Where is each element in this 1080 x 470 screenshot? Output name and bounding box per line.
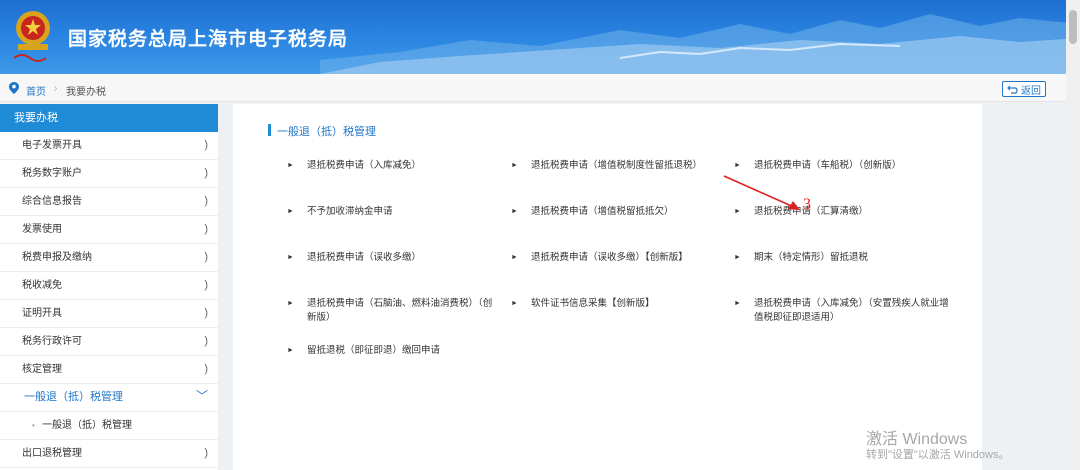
link-no-late-fee[interactable]: ► 不予加收滞纳金申请 — [287, 205, 497, 219]
chevron-right-icon: ) — [204, 223, 208, 235]
sidebar-subitem-refund-management[interactable]: • 一般退（抵）税管理 — [0, 412, 218, 440]
link-refund-disabled-employment[interactable]: ► 退抵税费申请（入库减免）（安置残疾人就业增值税即征即退适用） — [734, 297, 954, 325]
bullet-icon: ► — [287, 300, 294, 307]
bullet-icon: ► — [511, 300, 518, 307]
annotation-step-number: 3 — [803, 196, 811, 213]
bullet-icon: ► — [734, 254, 741, 261]
chevron-right-icon: ) — [204, 251, 208, 263]
link-label: 退抵税费申请（入库减免） — [307, 160, 422, 171]
breadcrumb-separator: › — [54, 83, 58, 94]
sidebar-item-label: 发票使用 — [22, 224, 62, 235]
link-refund-overpayment-new[interactable]: ► 退抵税费申请（误收多缴）【创新版】 — [511, 251, 731, 265]
link-software-certificate[interactable]: ► 软件证书信息采集【创新版】 — [511, 297, 731, 311]
sidebar-item-label: 出口退税管理 — [22, 448, 82, 459]
sidebar: 我要办税 电子发票开具) 税务数字账户) 综合信息报告) 发票使用) 税费申报及… — [0, 104, 218, 470]
site-header: 国家税务总局上海市电子税务局 — [0, 0, 1080, 74]
link-refund-vat-institutional[interactable]: ► 退抵税费申请（增值税制度性留抵退税） — [511, 159, 731, 173]
back-button-label: 返回 — [1021, 85, 1041, 97]
sidebar-item-info-report[interactable]: 综合信息报告) — [0, 188, 218, 216]
sidebar-item-label: 核定管理 — [22, 364, 62, 375]
chevron-down-icon: ﹀ — [195, 389, 208, 403]
link-label: 退抵税费申请（车船税）（创新版） — [754, 160, 902, 171]
link-label: 退抵税费申请（石脑油、燃料油消费税）（创新版） — [307, 298, 493, 323]
sidebar-item-certificate[interactable]: 证明开具) — [0, 300, 218, 328]
sidebar-heading[interactable]: 我要办税 — [0, 104, 218, 132]
sidebar-item-label: 一般退（抵）税管理 — [24, 391, 123, 403]
breadcrumb-current: 我要办税 — [66, 87, 106, 98]
link-label: 留抵退税（即征即退）缴回申请 — [307, 345, 441, 356]
link-label: 退抵税费申请（增值税制度性留抵退税） — [531, 160, 703, 171]
link-refund-naphtha-fuel-oil[interactable]: ► 退抵税费申请（石脑油、燃料油消费税）（创新版） — [287, 297, 501, 325]
link-credit-refund-return[interactable]: ► 留抵退税（即征即退）缴回申请 — [287, 344, 507, 358]
sidebar-item-label: 税费申报及缴纳 — [22, 252, 92, 263]
bullet-icon: ► — [287, 208, 294, 215]
link-label: 期末（特定情形）留抵退税 — [754, 252, 869, 263]
sidebar-item-digital-account[interactable]: 税务数字账户) — [0, 160, 218, 188]
chevron-right-icon: ) — [204, 307, 208, 319]
sidebar-item-label: 综合信息报告 — [22, 196, 82, 207]
page-scrollbar[interactable] — [1066, 74, 1080, 470]
national-emblem-icon — [13, 11, 50, 62]
link-period-end-credit-refund[interactable]: ► 期末（特定情形）留抵退税 — [734, 251, 954, 265]
back-button[interactable]: 返回 — [1002, 81, 1046, 97]
chevron-right-icon: ) — [204, 167, 208, 179]
bullet-icon: ► — [511, 162, 518, 169]
bullet-icon: ► — [734, 300, 741, 307]
chevron-right-icon: ) — [204, 447, 208, 459]
bullet-icon: ► — [511, 254, 518, 261]
chevron-right-icon: ) — [204, 139, 208, 151]
scrollbar-thumb[interactable] — [1069, 10, 1077, 44]
sidebar-item-label: 电子发票开具 — [22, 140, 82, 151]
sidebar-item-declaration-payment[interactable]: 税费申报及缴纳) — [0, 244, 218, 272]
sidebar-item-label: 税务行政许可 — [22, 336, 82, 347]
windows-activation-hint: 转到"设置"以激活 Windows。 — [866, 449, 1010, 461]
sidebar-item-e-invoice[interactable]: 电子发票开具) — [0, 132, 218, 160]
sidebar-item-tax-relief[interactable]: 税收减免) — [0, 272, 218, 300]
bullet-icon: ► — [287, 162, 294, 169]
bullet-icon: ► — [287, 347, 294, 354]
sidebar-item-admin-license[interactable]: 税务行政许可) — [0, 328, 218, 356]
chevron-right-icon: ) — [204, 335, 208, 347]
link-label: 退抵税费申请（误收多缴）【创新版】 — [531, 252, 688, 263]
link-refund-vehicle-tax[interactable]: ► 退抵税费申请（车船税）（创新版） — [734, 159, 954, 173]
section-title: 一般退（抵）税管理 — [277, 126, 376, 138]
section-title-marker — [268, 124, 271, 136]
bullet-icon: ► — [287, 254, 294, 261]
bullet-dot-icon: • — [32, 421, 35, 430]
link-label: 退抵税费申请（入库减免）（安置残疾人就业增值税即征即退适用） — [754, 298, 949, 323]
great-wall-banner-image — [320, 14, 1080, 74]
main-panel: 一般退（抵）税管理 ► 退抵税费申请（入库减免） ► 退抵税费申请（增值税制度性留抵… — [233, 104, 982, 470]
sidebar-item-refund-management[interactable]: 一般退（抵）税管理 ﹀ — [0, 384, 218, 412]
bullet-icon: ► — [511, 208, 518, 215]
scrollbar-top[interactable] — [1066, 0, 1080, 74]
chevron-right-icon: ) — [204, 363, 208, 375]
sidebar-item-label: 证明开具 — [22, 308, 62, 319]
sidebar-subitem-label: 一般退（抵）税管理 — [42, 420, 132, 431]
link-refund-overpayment[interactable]: ► 退抵税费申请（误收多缴） — [287, 251, 497, 265]
sidebar-item-invoice-use[interactable]: 发票使用) — [0, 216, 218, 244]
sidebar-item-assessment[interactable]: 核定管理) — [0, 356, 218, 384]
chevron-right-icon: ) — [204, 195, 208, 207]
sidebar-item-label: 税收减免 — [22, 280, 62, 291]
sidebar-item-label: 税务数字账户 — [22, 168, 82, 179]
chevron-right-icon: ) — [204, 279, 208, 291]
link-label: 软件证书信息采集【创新版】 — [531, 298, 655, 309]
location-pin-icon — [9, 82, 19, 94]
link-label: 退抵税费申请（增值税留抵抵欠） — [531, 206, 674, 217]
site-title: 国家税务总局上海市电子税务局 — [68, 29, 349, 50]
sidebar-item-export-refund[interactable]: 出口退税管理) — [0, 440, 218, 468]
bullet-icon: ► — [734, 162, 741, 169]
link-refund-storage-relief[interactable]: ► 退抵税费申请（入库减免） — [287, 159, 497, 173]
link-label: 不予加收滞纳金申请 — [307, 206, 393, 217]
return-arrow-icon — [1007, 85, 1018, 94]
link-label: 退抵税费申请（误收多缴） — [307, 252, 422, 263]
breadcrumb-home-link[interactable]: 首页 — [26, 83, 46, 98]
annotation-arrow — [723, 175, 800, 210]
link-refund-vat-offset[interactable]: ► 退抵税费申请（增值税留抵抵欠） — [511, 205, 731, 219]
breadcrumb: 首页 › 我要办税 返回 — [0, 74, 1066, 102]
